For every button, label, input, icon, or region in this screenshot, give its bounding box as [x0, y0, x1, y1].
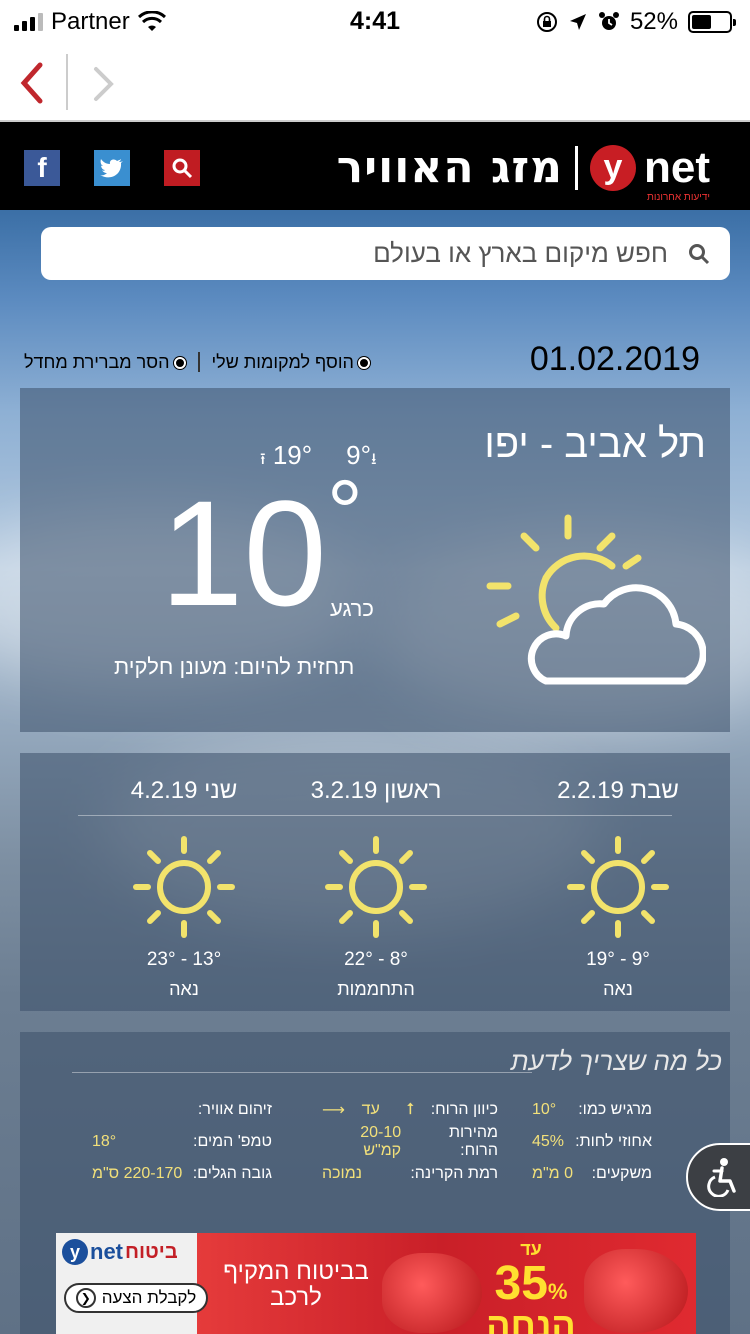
status-bar: Partner 4:41 52%	[0, 0, 750, 40]
boxing-glove-right-icon	[584, 1249, 688, 1333]
location-search[interactable]	[41, 227, 730, 280]
ad-ynet-logo-text: net	[90, 1239, 123, 1264]
status-icons: 52%	[536, 8, 736, 36]
wind-right-arrow-icon: ⟶	[322, 1102, 345, 1119]
ynet-tagline: ידיעות אחרונות	[646, 192, 710, 203]
remove-default-link[interactable]: הסר מברירת מחדל	[24, 352, 186, 373]
precipitation: משקעים: 0 מ"מ	[532, 1165, 652, 1182]
forecast-day-3[interactable]: שני 4.2.19 23° - 13° נאה	[84, 753, 284, 1011]
nav-divider	[66, 54, 68, 110]
details-grid: מרגיש כמו: 10° כיוון הרוח: ⭡ עד ⟶ זיהום אווי…	[92, 1094, 652, 1190]
forecast-panel: שבת 2.2.19 19° - 9° נאה ראשון 3.2.19 22°…	[20, 753, 730, 1011]
feels-like: מרגיש כמו: 10°	[532, 1101, 652, 1118]
day-description: נאה	[169, 979, 199, 999]
search-icon[interactable]	[688, 243, 710, 265]
search-icon[interactable]	[164, 150, 200, 186]
wind-arrows-icon: ⭡	[406, 1101, 415, 1118]
ynet-logo-icon: y	[590, 144, 636, 191]
ad-banner[interactable]: y net ביטוח לקבלת הצעה ❮ בביטוח המקיף לר…	[56, 1233, 696, 1334]
location-search-input[interactable]	[61, 238, 668, 269]
arrow-up-icon: ⭱	[260, 451, 266, 468]
sun-icon	[325, 836, 427, 938]
air-pollution: זיהום אוויר:	[197, 1101, 272, 1118]
temp-range: 19° - 9°	[586, 949, 650, 970]
ad-ynet-logo-icon: y	[62, 1239, 88, 1265]
date-row: 01.02.2019 הוסף למקומות שלי הסר מברירת מ…	[20, 340, 710, 384]
radiation-level: רמת הקרינה: נמוכה	[322, 1165, 498, 1182]
get-quote-button[interactable]: לקבלת הצעה ❮	[64, 1283, 208, 1313]
ad-brand: y net ביטוח	[62, 1239, 178, 1265]
details-row: מרגיש כמו: 10° כיוון הרוח: ⭡ עד ⟶ זיהום אווי…	[92, 1094, 652, 1126]
humidity: אחוזי לחות: 45%	[532, 1133, 652, 1150]
location-actions: הוסף למקומות שלי הסר מברירת מחדל	[24, 352, 370, 373]
ad-promo: עד 35% הנחה	[486, 1239, 576, 1334]
day-name: שני 4.2.19	[130, 777, 238, 804]
partly-cloudy-icon	[486, 514, 706, 685]
current-date: 01.02.2019	[529, 340, 700, 378]
links-divider	[197, 352, 200, 372]
details-divider	[72, 1072, 532, 1073]
forecast-day-1[interactable]: שבת 2.2.19 19° - 9° נאה	[518, 753, 718, 1011]
facebook-icon[interactable]: f	[24, 150, 60, 186]
forward-arrow-icon[interactable]	[92, 66, 116, 102]
sun-icon	[133, 836, 235, 938]
temp-range: 23° - 13°	[146, 949, 222, 970]
chevron-left-icon: ❮	[75, 1288, 96, 1308]
battery-percent: 52%	[629, 8, 678, 35]
current-weather-panel: תל אביב - יפו ⭱ 19° 9°⭳ 10° כרגע תחזית ל…	[20, 388, 730, 732]
boxing-glove-left-icon	[382, 1253, 482, 1333]
twitter-icon[interactable]	[94, 150, 130, 186]
ad-message: בביטוח המקיף לרכב	[223, 1258, 369, 1312]
bullet-icon	[357, 357, 370, 370]
weather-section: 01.02.2019 הוסף למקומות שלי הסר מברירת מ…	[0, 210, 750, 1334]
day-name: שבת 2.2.19	[557, 777, 679, 804]
battery-icon	[688, 11, 736, 33]
day-description: נאה	[603, 979, 633, 999]
alarm-icon	[598, 12, 619, 30]
details-heading: כל מה שצריך לדעת	[510, 1046, 722, 1076]
ad-brand-name: ביטוח	[125, 1240, 178, 1263]
browser-nav	[0, 40, 750, 122]
day-name: ראשון 3.2.19	[310, 777, 442, 804]
now-label: כרגע	[330, 596, 374, 621]
wind-speed: מהירות הרוח: 20-10 קמ"ש	[360, 1124, 498, 1159]
location-arrow-icon	[569, 14, 586, 30]
details-row: משקעים: 0 מ"מ רמת הקרינה: נמוכה גובה הגלים…	[92, 1158, 652, 1190]
site-brand[interactable]: מזג האוויר y net ידיעות אחרונות	[336, 142, 710, 203]
site-header: f מזג האוויר y net ידיעות אחרונות	[0, 122, 750, 210]
rotation-lock-icon	[536, 12, 557, 32]
section-title: מזג האוויר	[336, 142, 563, 193]
brand-divider	[575, 145, 578, 190]
arrow-down-icon: ⭳	[371, 451, 377, 468]
accessibility-icon	[707, 1158, 736, 1197]
accessibility-button[interactable]	[686, 1143, 750, 1211]
wind-direction: כיוון הרוח: ⭡ עד ⟶	[322, 1101, 498, 1119]
bullet-icon	[173, 357, 186, 370]
sun-icon	[567, 836, 669, 938]
temp-range: 22° - 8°	[344, 949, 408, 970]
ynet-logo-text: net	[644, 142, 710, 192]
water-temp: טמפ' המים: 18°	[92, 1133, 272, 1150]
forecast-day-2[interactable]: ראשון 3.2.19 22° - 8° התחממות	[276, 753, 476, 1011]
details-row: אחוזי לחות: 45% מהירות הרוח: 20-10 קמ"ש טמ…	[92, 1124, 652, 1159]
day-description: התחממות	[337, 979, 415, 999]
city-name: תל אביב - יפו	[484, 422, 706, 466]
back-arrow-icon[interactable]	[18, 62, 46, 104]
add-location-link[interactable]: הוסף למקומות שלי	[212, 352, 370, 373]
today-forecast: תחזית להיום: מעונן חלקית	[114, 654, 355, 679]
wave-height: גובה הגלים: 220-170 ס"מ	[92, 1165, 272, 1182]
